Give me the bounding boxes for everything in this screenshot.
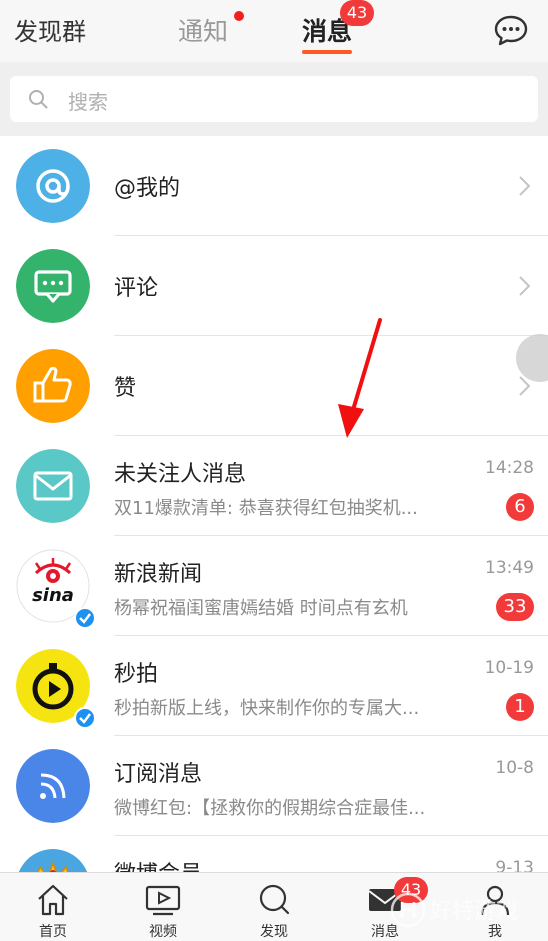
thumbs-up-icon — [16, 349, 90, 423]
rss-icon — [16, 749, 90, 823]
tab-notifications[interactable]: 通知 — [178, 12, 228, 48]
list-item-time: 10-19 — [484, 658, 534, 678]
tab-video[interactable]: 视频 — [123, 873, 203, 941]
verified-badge-icon — [74, 607, 96, 629]
search-icon — [29, 90, 48, 109]
unread-count-badge: 33 — [496, 593, 534, 621]
search-input[interactable]: 搜索 — [10, 76, 538, 122]
discover-groups-link[interactable]: 发现群 — [14, 12, 86, 47]
active-tab-indicator — [302, 50, 352, 54]
list-item-title: 新浪新闻 — [114, 562, 203, 587]
tab-label: 发现 — [260, 924, 288, 940]
chevron-right-icon — [519, 276, 531, 296]
tab-label: 首页 — [39, 924, 67, 940]
list-item-title: 秒拍 — [114, 662, 159, 687]
tab-home[interactable]: 首页 — [13, 873, 93, 941]
list-item-miaopai[interactable]: 秒拍 秒拍新版上线，快来制作你的专属大... 10-19 1 — [0, 636, 548, 736]
messages-tab-badge: 43 — [340, 0, 374, 26]
list-item-preview: 杨幂祝福闺蜜唐嫣结婚 时间点有玄机 — [114, 598, 408, 619]
unread-count-badge: 6 — [506, 493, 534, 521]
watermark-text: 好特游戏 — [430, 899, 518, 924]
chat-bubble-icon[interactable] — [494, 14, 528, 46]
list-item-time: 14:28 — [485, 458, 534, 478]
tab-label: 视频 — [149, 924, 177, 940]
list-item-subscriptions[interactable]: 订阅消息 微博红包:【拯救你的假期综合症最佳... 10-8 — [0, 736, 548, 836]
list-item-comments[interactable]: 评论 — [0, 236, 548, 336]
list-item-mentions[interactable]: @我的 — [0, 136, 548, 236]
list-item-preview: 秒拍新版上线，快来制作你的专属大... — [114, 698, 420, 719]
watermark-logo: 好特游戏 — [390, 892, 518, 928]
search-placeholder: 搜索 — [68, 90, 108, 114]
verified-badge-icon — [74, 707, 96, 729]
list-item-time: 13:49 — [485, 558, 534, 578]
list-item-title: 未关注人消息 — [114, 462, 247, 487]
list-item-preview: 微博红包:【拯救你的假期综合症最佳... — [114, 798, 426, 819]
home-icon — [38, 884, 68, 916]
at-icon — [16, 149, 90, 223]
list-item-title: @我的 — [114, 176, 181, 201]
list-item-preview: 双11爆款清单: 恭喜获得红包抽奖机... — [114, 498, 418, 519]
chevron-right-icon — [519, 176, 531, 196]
search-area: 搜索 — [0, 62, 548, 138]
envelope-icon — [16, 449, 90, 523]
unread-count-badge: 1 — [506, 693, 534, 721]
list-item-sina-news[interactable]: sina 新浪新闻 杨幂祝福闺蜜唐嫣结婚 时间点有玄机 13:49 33 — [0, 536, 548, 636]
top-nav: 发现群 通知 消息 43 — [0, 0, 548, 62]
svg-text:sina: sina — [32, 585, 74, 606]
tab-discover[interactable]: 发现 — [234, 873, 314, 941]
notification-dot — [234, 11, 244, 21]
list-item-likes[interactable]: 赞 — [0, 336, 548, 436]
red-arrow-annotation — [338, 318, 382, 438]
video-icon — [145, 885, 181, 916]
list-item-title: 评论 — [114, 276, 159, 301]
comment-icon — [16, 249, 90, 323]
list-item-time: 10-8 — [495, 758, 534, 778]
list-item-title: 赞 — [114, 376, 137, 401]
search-icon — [259, 884, 290, 915]
list-item-unfollowed-messages[interactable]: 未关注人消息 双11爆款清单: 恭喜获得红包抽奖机... 14:28 6 — [0, 436, 548, 536]
list-item-title: 订阅消息 — [114, 762, 203, 787]
